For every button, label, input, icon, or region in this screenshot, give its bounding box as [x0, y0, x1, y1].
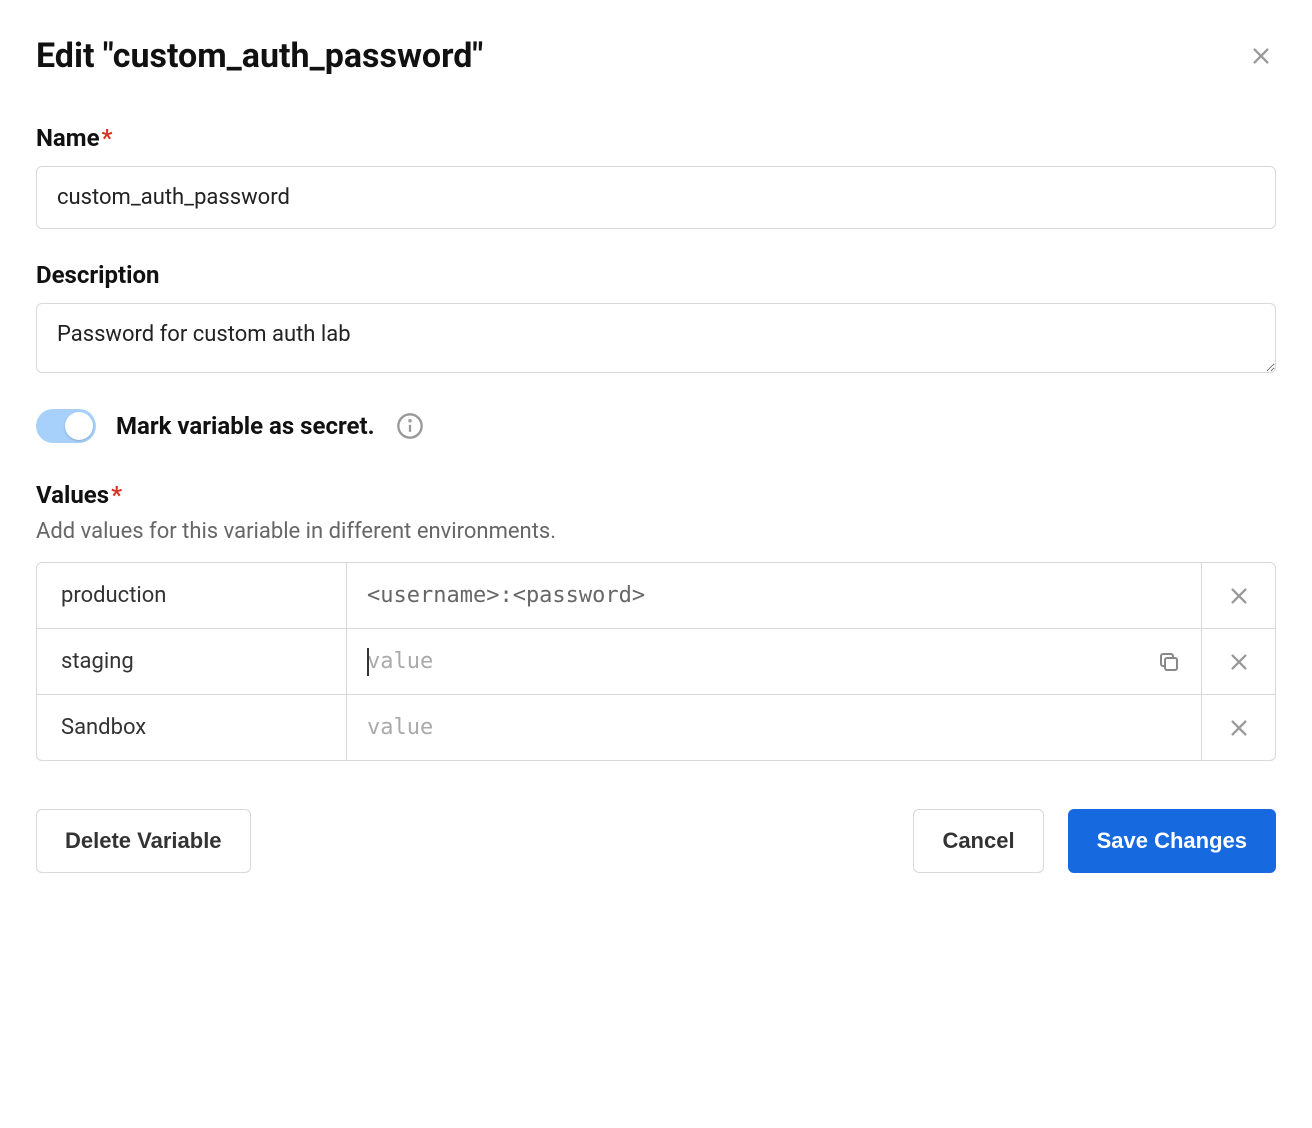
footer-right: Cancel Save Changes [913, 809, 1276, 873]
value-input-staging[interactable] [367, 629, 1149, 694]
copy-icon[interactable] [1157, 650, 1181, 674]
values-label: Values* [36, 481, 1276, 509]
env-cell: staging [37, 629, 347, 694]
edit-variable-modal: Edit "custom_auth_password" Name* Descri… [36, 36, 1276, 873]
value-input-production[interactable] [367, 563, 1181, 628]
toggle-knob [65, 412, 93, 440]
modal-title: Edit "custom_auth_password" [36, 36, 483, 76]
secret-toggle-row: Mark variable as secret. [36, 409, 1276, 443]
name-label: Name* [36, 124, 1276, 152]
secret-toggle[interactable] [36, 409, 96, 443]
delete-row-button[interactable] [1201, 695, 1275, 760]
close-icon [1250, 45, 1272, 67]
value-input-sandbox[interactable] [367, 695, 1181, 760]
values-section: Values* Add values for this variable in … [36, 481, 1276, 761]
env-cell: production [37, 563, 347, 628]
modal-footer: Delete Variable Cancel Save Changes [36, 809, 1276, 873]
delete-row-button[interactable] [1201, 563, 1275, 628]
secret-toggle-label: Mark variable as secret. [116, 412, 375, 440]
value-row: Sandbox [37, 695, 1275, 760]
save-changes-button[interactable]: Save Changes [1068, 809, 1276, 873]
close-icon [1228, 585, 1250, 607]
close-button[interactable] [1246, 41, 1276, 71]
value-row: staging [37, 629, 1275, 695]
description-label: Description [36, 261, 1276, 289]
close-icon [1228, 651, 1250, 673]
delete-variable-button[interactable]: Delete Variable [36, 809, 251, 873]
name-label-text: Name [36, 124, 100, 152]
modal-header: Edit "custom_auth_password" [36, 36, 1276, 76]
description-input[interactable] [36, 303, 1276, 373]
required-indicator: * [102, 124, 113, 152]
delete-row-button[interactable] [1201, 629, 1275, 694]
values-hint: Add values for this variable in differen… [36, 519, 1276, 544]
close-icon [1228, 717, 1250, 739]
description-field-group: Description [36, 261, 1276, 377]
values-label-text: Values [36, 481, 109, 509]
value-cell [347, 563, 1201, 628]
name-input[interactable] [36, 166, 1276, 229]
text-cursor [367, 648, 369, 676]
value-cell [347, 629, 1201, 694]
cancel-button[interactable]: Cancel [913, 809, 1043, 873]
value-row: production [37, 563, 1275, 629]
value-cell [347, 695, 1201, 760]
required-indicator: * [111, 481, 122, 509]
values-table: production staging [36, 562, 1276, 761]
info-icon[interactable] [395, 411, 425, 441]
name-field-group: Name* [36, 124, 1276, 229]
env-cell: Sandbox [37, 695, 347, 760]
